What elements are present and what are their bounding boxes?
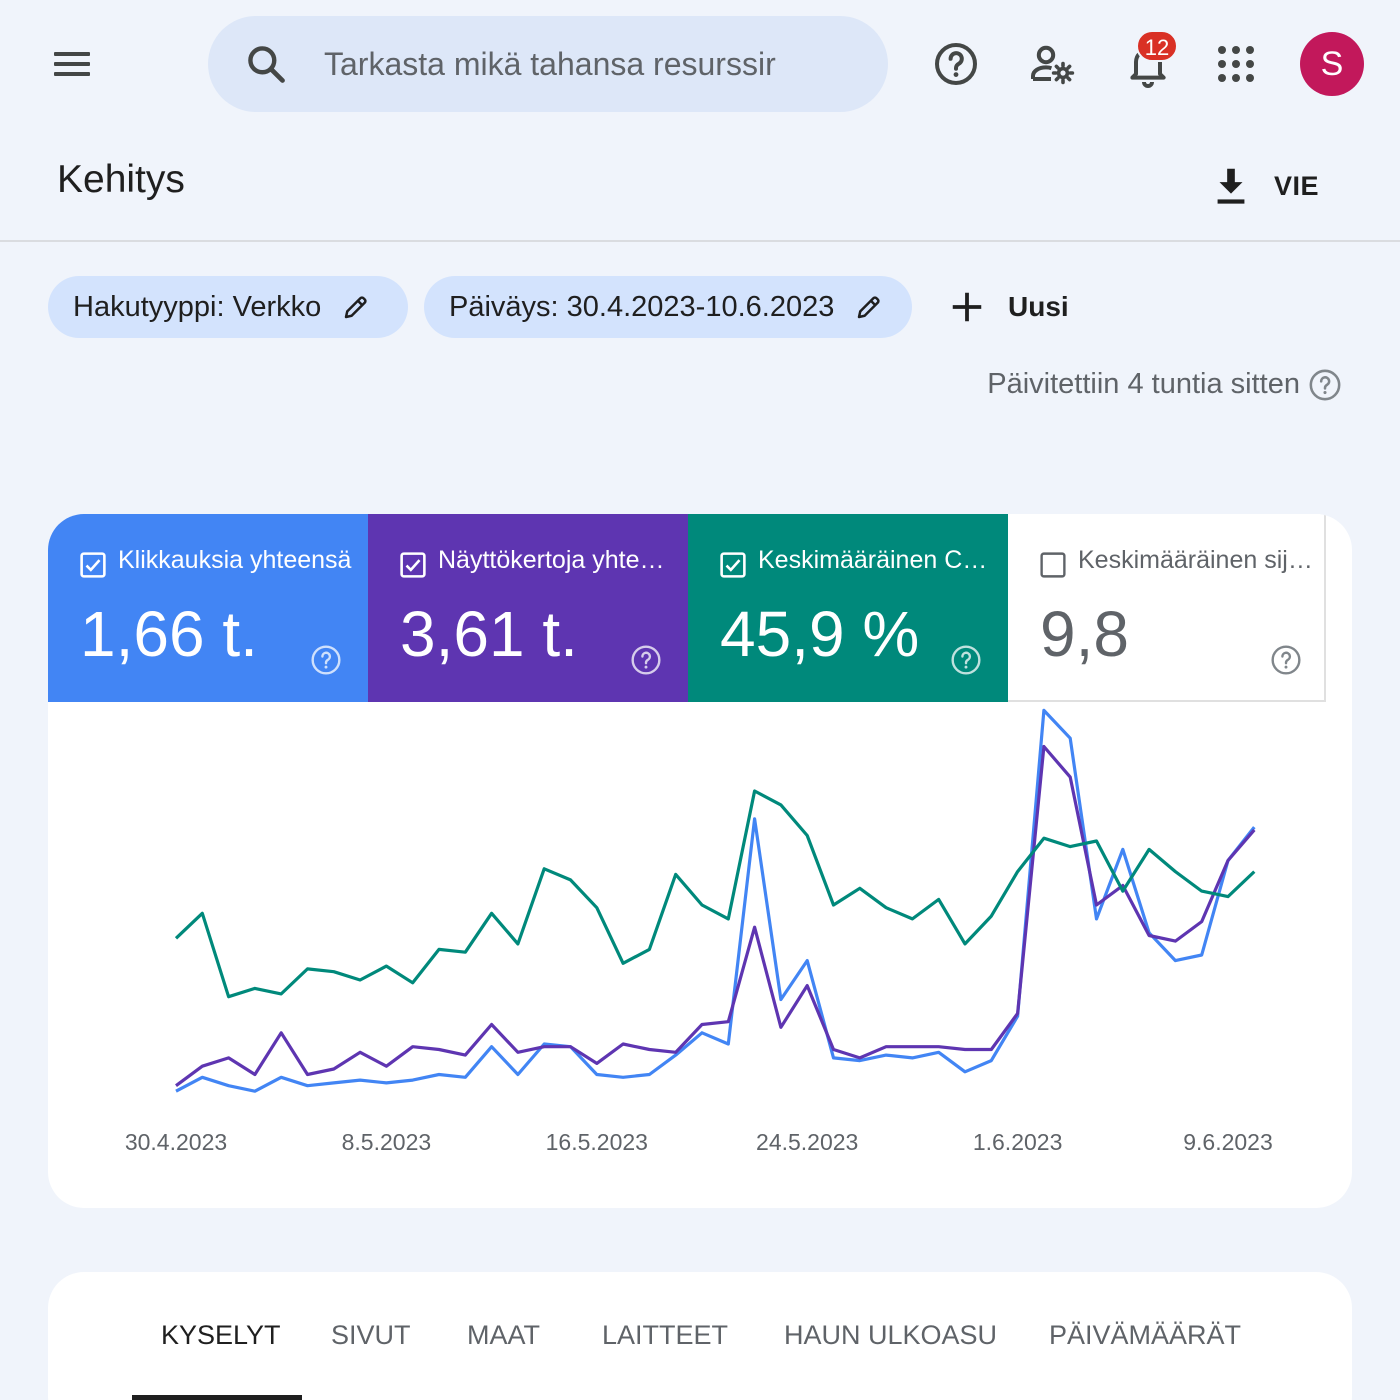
add-filter-label: Uusi xyxy=(1008,291,1069,322)
download-icon xyxy=(1217,168,1245,204)
metric-label: Näyttökertoja yhteensä xyxy=(438,546,674,574)
checkbox-checked-icon[interactable] xyxy=(720,552,746,578)
menu-icon-bar xyxy=(54,72,90,76)
help-icon[interactable] xyxy=(1308,368,1342,402)
metric-value: 1,66 t. xyxy=(80,598,258,670)
metric-label: Keskimääräinen CTR xyxy=(758,546,994,574)
tab-dates[interactable]: PÄIVÄMÄÄRÄT xyxy=(1049,1320,1241,1351)
last-updated-text: Päivitettiin 4 tuntia sitten xyxy=(987,368,1300,400)
export-label: VIE xyxy=(1274,170,1320,201)
page-title: Kehitys xyxy=(57,158,185,201)
checkbox-checked-icon[interactable] xyxy=(80,552,106,578)
apps-grid-icon[interactable] xyxy=(1212,40,1260,88)
chip-label: Hakutyyppi: Verkko xyxy=(73,290,322,323)
metric-card-position[interactable]: Keskimääräinen sijainti 9,8 xyxy=(1008,514,1326,702)
x-tick-label: 8.5.2023 xyxy=(342,1129,432,1155)
search-bar[interactable] xyxy=(208,16,888,112)
edit-pencil-icon xyxy=(858,296,880,319)
metric-card-ctr[interactable]: Keskimääräinen CTR 45,9 % xyxy=(688,514,1008,702)
main-menu-button[interactable] xyxy=(48,44,96,84)
tab-countries[interactable]: MAAT xyxy=(467,1320,540,1351)
menu-icon xyxy=(54,52,90,56)
help-icon[interactable] xyxy=(1270,644,1302,676)
active-tab-indicator xyxy=(132,1395,302,1400)
metric-label: Klikkauksia yhteensä xyxy=(118,546,352,574)
menu-icon-bar xyxy=(54,62,90,66)
edit-pencil-icon xyxy=(344,296,367,319)
checkbox-checked-icon[interactable] xyxy=(400,552,426,578)
performance-chart-card: Klikkauksia yhteensä 1,66 t. Näyttökerto… xyxy=(48,514,1352,1208)
series-line-0 xyxy=(175,708,1256,1093)
metric-card-impressions[interactable]: Näyttökertoja yhteensä 3,61 t. xyxy=(368,514,688,702)
x-tick-label: 24.5.2023 xyxy=(756,1129,858,1155)
help-icon[interactable] xyxy=(310,644,342,676)
metric-card-clicks[interactable]: Klikkauksia yhteensä 1,66 t. xyxy=(48,514,368,702)
tab-devices[interactable]: LAITTEET xyxy=(602,1320,728,1351)
help-icon[interactable] xyxy=(950,644,982,676)
help-icon[interactable] xyxy=(630,644,662,676)
x-tick-label: 16.5.2023 xyxy=(546,1129,648,1155)
date-filter-chip[interactable]: Päiväys: 30.4.2023-10.6.2023 xyxy=(424,276,912,338)
dimension-tabs-card: KYSELYT SIVUT MAAT LAITTEET HAUN ULKOASU… xyxy=(48,1272,1352,1400)
avatar[interactable]: S xyxy=(1300,32,1364,96)
help-icon[interactable] xyxy=(932,40,980,88)
export-button[interactable]: VIE xyxy=(1208,158,1319,214)
search-icon[interactable] xyxy=(244,42,288,86)
search-type-filter-chip[interactable]: Hakutyyppi: Verkko xyxy=(48,276,408,338)
add-filter-button[interactable]: Uusi xyxy=(948,282,1069,332)
user-settings-icon[interactable] xyxy=(1028,40,1076,88)
metric-label: Keskimääräinen sijainti xyxy=(1078,546,1314,574)
chip-label: Päiväys: 30.4.2023-10.6.2023 xyxy=(449,290,835,323)
x-tick-label: 1.6.2023 xyxy=(973,1129,1063,1155)
metric-value: 45,9 % xyxy=(720,598,920,670)
tab-search-appearance[interactable]: HAUN ULKOASU xyxy=(784,1320,997,1351)
metric-value: 3,61 t. xyxy=(400,598,578,670)
metric-value: 9,8 xyxy=(1040,598,1129,670)
x-tick-label: 9.6.2023 xyxy=(1183,1129,1273,1155)
performance-line-chart: 30.4.2023 8.5.2023 16.5.2023 24.5.2023 1.6.2… xyxy=(125,708,1273,1155)
x-tick-label: 30.4.2023 xyxy=(125,1129,227,1155)
notification-count-badge: 12 xyxy=(1136,30,1178,62)
tab-queries[interactable]: KYSELYT xyxy=(161,1320,281,1351)
checkbox-unchecked-icon[interactable] xyxy=(1040,552,1066,578)
series-line-1 xyxy=(175,744,1256,1087)
search-input[interactable] xyxy=(324,44,864,84)
tab-pages[interactable]: SIVUT xyxy=(331,1320,411,1351)
plus-icon xyxy=(952,292,982,322)
header-divider xyxy=(0,240,1400,242)
